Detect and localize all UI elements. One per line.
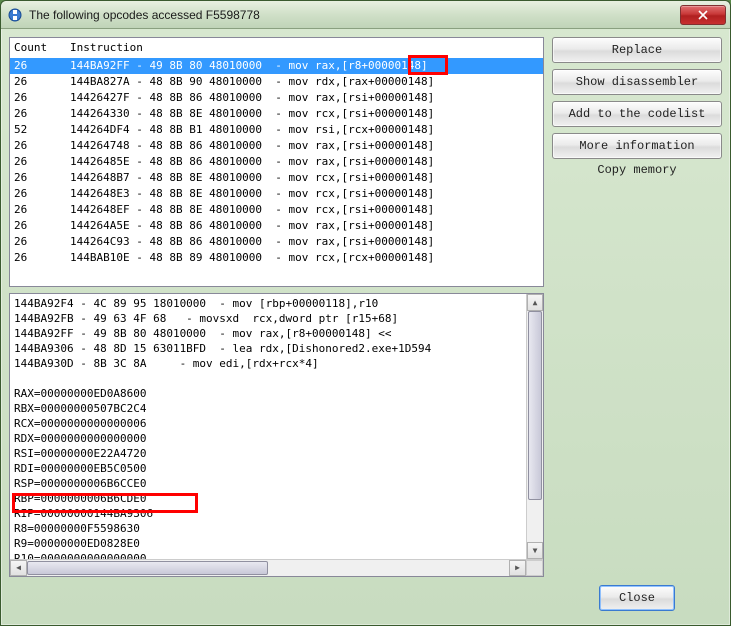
cell-instruction: 144264330 - 48 8B 8E 48010000 - mov rcx,… bbox=[70, 106, 539, 122]
cell-instruction: 144264748 - 48 8B 86 48010000 - mov rax,… bbox=[70, 138, 539, 154]
disasm-line: 144BA92F4 - 4C 89 95 18010000 - mov [rbp… bbox=[14, 296, 539, 311]
cell-count: 26 bbox=[14, 90, 70, 106]
table-row[interactable]: 261442648EF - 48 8B 8E 48010000 - mov rc… bbox=[10, 202, 543, 218]
cell-instruction: 1442648E3 - 48 8B 8E 48010000 - mov rcx,… bbox=[70, 186, 539, 202]
cell-instruction: 14426485E - 48 8B 86 48010000 - mov rax,… bbox=[70, 154, 539, 170]
window-title: The following opcodes accessed F5598778 bbox=[29, 8, 680, 22]
table-row[interactable]: 261442648B7 - 48 8B 8E 48010000 - mov rc… bbox=[10, 170, 543, 186]
horizontal-scrollbar[interactable]: ◀ ▶ bbox=[10, 559, 543, 576]
cell-instruction: 144BA92FF - 49 8B 80 48010000 - mov rax,… bbox=[70, 58, 539, 74]
close-button[interactable]: Close bbox=[599, 585, 675, 611]
disasm-line: 144BA930D - 8B 3C 8A - mov edi,[rdx+rcx*… bbox=[14, 356, 539, 371]
cell-instruction: 144BAB10E - 48 8B 89 48010000 - mov rcx,… bbox=[70, 250, 539, 266]
cell-instruction: 14426427F - 48 8B 86 48010000 - mov rax,… bbox=[70, 90, 539, 106]
cell-count: 26 bbox=[14, 74, 70, 90]
cell-count: 26 bbox=[14, 106, 70, 122]
table-row[interactable]: 261442648E3 - 48 8B 8E 48010000 - mov rc… bbox=[10, 186, 543, 202]
scroll-left-icon[interactable]: ◀ bbox=[10, 560, 27, 576]
table-row[interactable]: 26144BAB10E - 48 8B 89 48010000 - mov rc… bbox=[10, 250, 543, 266]
cell-instruction: 144264A5E - 48 8B 86 48010000 - mov rax,… bbox=[70, 218, 539, 234]
cell-count: 26 bbox=[14, 234, 70, 250]
register-line: R8=00000000F5598630 bbox=[14, 521, 539, 536]
window-close-button[interactable] bbox=[680, 5, 726, 25]
register-line: RBP=0000000006B6CDE0 bbox=[14, 491, 539, 506]
header-count: Count bbox=[14, 40, 70, 56]
more-information-button[interactable]: More information bbox=[552, 133, 722, 159]
instruction-list[interactable]: Count Instruction 26144BA92FF - 49 8B 80… bbox=[9, 37, 544, 287]
cell-count: 26 bbox=[14, 250, 70, 266]
disasm-line: 144BA92FF - 49 8B 80 48010000 - mov rax,… bbox=[14, 326, 539, 341]
table-row[interactable]: 26144264A5E - 48 8B 86 48010000 - mov ra… bbox=[10, 218, 543, 234]
cell-count: 26 bbox=[14, 170, 70, 186]
cell-instruction: 1442648B7 - 48 8B 8E 48010000 - mov rcx,… bbox=[70, 170, 539, 186]
content-area: Count Instruction 26144BA92FF - 49 8B 80… bbox=[1, 29, 730, 625]
register-line: RIP=00000000144BA9306 bbox=[14, 506, 539, 521]
add-codelist-button[interactable]: Add to the codelist bbox=[552, 101, 722, 127]
table-row[interactable]: 26144BA827A - 48 8B 90 48010000 - mov rd… bbox=[10, 74, 543, 90]
list-header: Count Instruction bbox=[10, 38, 543, 58]
table-row[interactable]: 52144264DF4 - 48 8B B1 48010000 - mov rs… bbox=[10, 122, 543, 138]
cell-instruction: 1442648EF - 48 8B 8E 48010000 - mov rcx,… bbox=[70, 202, 539, 218]
register-line: RBX=00000000507BC2C4 bbox=[14, 401, 539, 416]
cell-count: 52 bbox=[14, 122, 70, 138]
disasm-line: 144BA92FB - 49 63 4F 68 - movsxd rcx,dwo… bbox=[14, 311, 539, 326]
cell-count: 26 bbox=[14, 202, 70, 218]
scroll-right-icon[interactable]: ▶ bbox=[509, 560, 526, 576]
header-instruction: Instruction bbox=[70, 40, 539, 56]
scroll-down-icon[interactable]: ▼ bbox=[527, 542, 543, 559]
scroll-corner bbox=[526, 560, 543, 576]
cell-instruction: 144264C93 - 48 8B 86 48010000 - mov rax,… bbox=[70, 234, 539, 250]
cell-count: 26 bbox=[14, 186, 70, 202]
register-line: RAX=00000000ED0A8600 bbox=[14, 386, 539, 401]
register-line: R9=00000000ED0828E0 bbox=[14, 536, 539, 551]
scroll-up-icon[interactable]: ▲ bbox=[527, 294, 543, 311]
replace-button[interactable]: Replace bbox=[552, 37, 722, 63]
cell-instruction: 144264DF4 - 48 8B B1 48010000 - mov rsi,… bbox=[70, 122, 539, 138]
register-line: R10=0000000000000000 bbox=[14, 551, 539, 559]
register-line: RCX=0000000000000006 bbox=[14, 416, 539, 431]
cell-count: 26 bbox=[14, 138, 70, 154]
left-column: Count Instruction 26144BA92FF - 49 8B 80… bbox=[9, 37, 544, 617]
register-line: RDX=0000000000000000 bbox=[14, 431, 539, 446]
disasm-line: 144BA9306 - 48 8D 15 63011BFD - lea rdx,… bbox=[14, 341, 539, 356]
copy-memory-label: Copy memory bbox=[552, 163, 722, 177]
detail-panel[interactable]: 144BA92F4 - 4C 89 95 18010000 - mov [rbp… bbox=[9, 293, 544, 577]
table-row[interactable]: 26144264C93 - 48 8B 86 48010000 - mov ra… bbox=[10, 234, 543, 250]
table-row[interactable]: 26144264330 - 48 8B 8E 48010000 - mov rc… bbox=[10, 106, 543, 122]
cell-count: 26 bbox=[14, 218, 70, 234]
cell-count: 26 bbox=[14, 154, 70, 170]
table-row[interactable]: 26144264748 - 48 8B 86 48010000 - mov ra… bbox=[10, 138, 543, 154]
cell-count: 26 bbox=[14, 58, 70, 74]
show-disassembler-button[interactable]: Show disassembler bbox=[552, 69, 722, 95]
vertical-scrollbar[interactable]: ▲ ▼ bbox=[526, 294, 543, 559]
table-row[interactable]: 2614426427F - 48 8B 86 48010000 - mov ra… bbox=[10, 90, 543, 106]
table-row[interactable]: 26144BA92FF - 49 8B 80 48010000 - mov ra… bbox=[10, 58, 543, 74]
app-icon bbox=[7, 7, 23, 23]
register-line: RSP=0000000006B6CCE0 bbox=[14, 476, 539, 491]
table-row[interactable]: 2614426485E - 48 8B 86 48010000 - mov ra… bbox=[10, 154, 543, 170]
window: The following opcodes accessed F5598778 … bbox=[0, 0, 731, 626]
register-line: RDI=00000000EB5C0500 bbox=[14, 461, 539, 476]
titlebar[interactable]: The following opcodes accessed F5598778 bbox=[1, 1, 730, 29]
register-line: RSI=00000000E22A4720 bbox=[14, 446, 539, 461]
right-column: Replace Show disassembler Add to the cod… bbox=[552, 37, 722, 617]
cell-instruction: 144BA827A - 48 8B 90 48010000 - mov rdx,… bbox=[70, 74, 539, 90]
